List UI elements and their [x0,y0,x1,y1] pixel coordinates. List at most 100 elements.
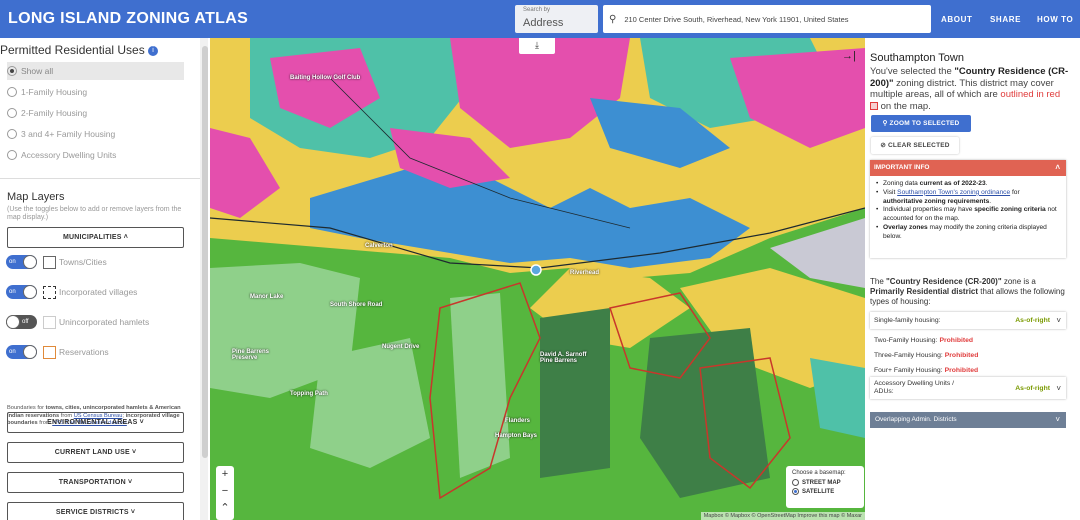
hamlets-toggle[interactable]: off [6,315,37,329]
housing-two-family: Two-Family Housing: Prohibited [870,333,1066,347]
housing-status: Prohibited [944,366,979,374]
download-icon: ⤓ [535,40,539,50]
toggle-state: off [22,319,29,325]
info-text: Visit [883,188,898,196]
layers-title: Map Layers [7,191,65,203]
zoom-out-button[interactable]: − [216,483,234,500]
radio-icon [792,488,799,495]
toggle-state: on [9,259,16,265]
use-label: 1-Family Housing [21,87,88,97]
towns-toggle[interactable]: on [6,255,37,269]
environmental-areas-button[interactable]: ENVIRONMENTAL AREAS ˅ [7,412,184,433]
search-by-label: Search by [523,7,551,13]
selection-description: You've selected the "Country Residence (… [870,66,1070,112]
toggle-knob [23,255,37,269]
villages-toggle[interactable]: on [6,285,37,299]
toggle-knob [23,285,37,299]
reset-north-icon[interactable]: ⌃ [216,500,234,517]
radio-icon [7,108,17,118]
chevron-up-icon: ˄ [1055,163,1060,172]
toggle-label: Reservations [59,347,109,357]
zoom-controls: + − ⌃ [216,466,234,520]
municipalities-button[interactable]: MUNICIPALITIES ˄ [7,227,184,248]
clear-selected-button[interactable]: ⊘ CLEAR SELECTED [871,137,959,154]
reservations-swatch [43,345,56,359]
chevron-down-icon: ˅ [1055,415,1060,424]
use-2-family[interactable]: 2-Family Housing [7,104,184,122]
toggle-row-towns: on Towns/Cities [6,253,107,271]
place-label: David A. Sarnoff Pine Barrens [540,352,587,364]
transportation-button[interactable]: TRANSPORTATION ˅ [7,472,184,493]
search-by-select[interactable]: Search by Address [515,5,598,33]
zoning-ordinance-link[interactable]: Southampton Town's zoning ordinance [897,189,1010,196]
use-label: 2-Family Housing [21,108,88,118]
housing-label: Two-Family Housing: [874,336,938,344]
nav-about[interactable]: ABOUT [941,15,972,24]
info-text: . [989,197,992,205]
overlapping-districts-button[interactable]: Overlapping Admin. Districts ˅ [870,412,1066,428]
place-label: Manor Lake [250,294,284,300]
use-1-family[interactable]: 1-Family Housing [7,83,184,101]
radio-icon [7,66,17,76]
zoom-to-selected-button[interactable]: ⚲ ZOOM TO SELECTED [871,115,971,132]
toggle-label: Towns/Cities [59,257,107,267]
place-label: Topping Path [290,391,328,397]
info-header-label: IMPORTANT INFO [874,164,930,171]
collapse-panel-icon[interactable]: →| [842,50,856,62]
scrollbar-thumb[interactable] [202,46,208,458]
info-bold: specific zoning criteria [974,206,1046,214]
top-bar: LONG ISLAND ZONING ATLAS Search by Addre… [0,0,1080,38]
use-adu[interactable]: Accessory Dwelling Units [7,146,184,164]
clear-icon: ⊘ [880,142,886,149]
clear-btn-label: CLEAR SELECTED [888,142,950,149]
location-pin-icon[interactable] [530,264,542,276]
service-districts-button[interactable]: SERVICE DISTRICTS ˅ [7,502,184,520]
toggle-row-villages: on Incorporated villages [6,283,137,301]
current-land-use-button[interactable]: CURRENT LAND USE ˅ [7,442,184,463]
radio-icon [7,150,17,160]
zone-light-green [450,293,510,478]
reservations-toggle[interactable]: on [6,345,37,359]
app-title[interactable]: LONG ISLAND ZONING ATLAS [8,10,248,28]
housing-label: Three-Family Housing: [874,351,943,359]
housing-status: As-of-right [1015,384,1050,392]
desc-text: on the map. [878,100,931,112]
toggle-row-hamlets: off Unincorporated hamlets [6,313,149,331]
red-outline-swatch [870,101,878,110]
basemap-option-label: SATELLITE [802,488,835,495]
municipality-title: Southampton Town [870,52,964,64]
zoom-in-button[interactable]: + [216,466,234,483]
download-button[interactable]: ⤓ [519,38,555,54]
map-canvas[interactable] [210,38,865,520]
info-bold: authoritative zoning requirements [883,197,990,205]
info-text: . [985,180,988,187]
place-label: Calverton [365,243,393,249]
search-by-value: Address [523,17,564,29]
important-info-header[interactable]: IMPORTANT INFO ˄ [870,160,1066,176]
uses-title-text: Permitted Residential Uses [0,43,145,57]
zoning-map[interactable]: Baiting Hollow Golf Club Calverton River… [210,38,865,520]
radio-icon [7,129,17,139]
search-icon: ⚲ [882,120,888,127]
nav-how-to[interactable]: HOW TO [1037,15,1073,24]
nav-share[interactable]: SHARE [990,15,1021,24]
basemap-satellite-option[interactable]: SATELLITE [792,488,858,495]
basemap-street-option[interactable]: STREET MAP [792,479,858,486]
zone-name: "Country Residence (CR-200)" [886,277,1002,286]
info-icon[interactable]: i [148,45,159,56]
map-attribution[interactable]: Mapbox © Mapbox © OpenStreetMap Improve … [700,512,865,520]
address-search-input[interactable]: ⚲ 210 Center Drive South, Riverhead, New… [603,5,931,33]
housing-adu[interactable]: Accessory Dwelling Units / ADUs: As-of-ri… [870,377,1066,399]
use-3-4-family[interactable]: 3 and 4+ Family Housing [7,125,184,143]
housing-status: As-of-right [1015,317,1050,324]
toggle-knob [6,315,20,329]
use-show-all[interactable]: Show all [7,62,184,80]
zone-description: The "Country Residence (CR-200)" zone is… [870,277,1070,307]
info-text: Individual properties may have [883,206,975,214]
use-label: 3 and 4+ Family Housing [21,129,116,139]
zone-type: Primarily Residential district [870,287,979,296]
housing-single-family[interactable]: Single-family housing: As-of-right ˅ [870,312,1066,329]
housing-status: Prohibited [944,351,979,359]
info-text: Zoning data [883,180,920,187]
radio-icon [792,479,799,486]
